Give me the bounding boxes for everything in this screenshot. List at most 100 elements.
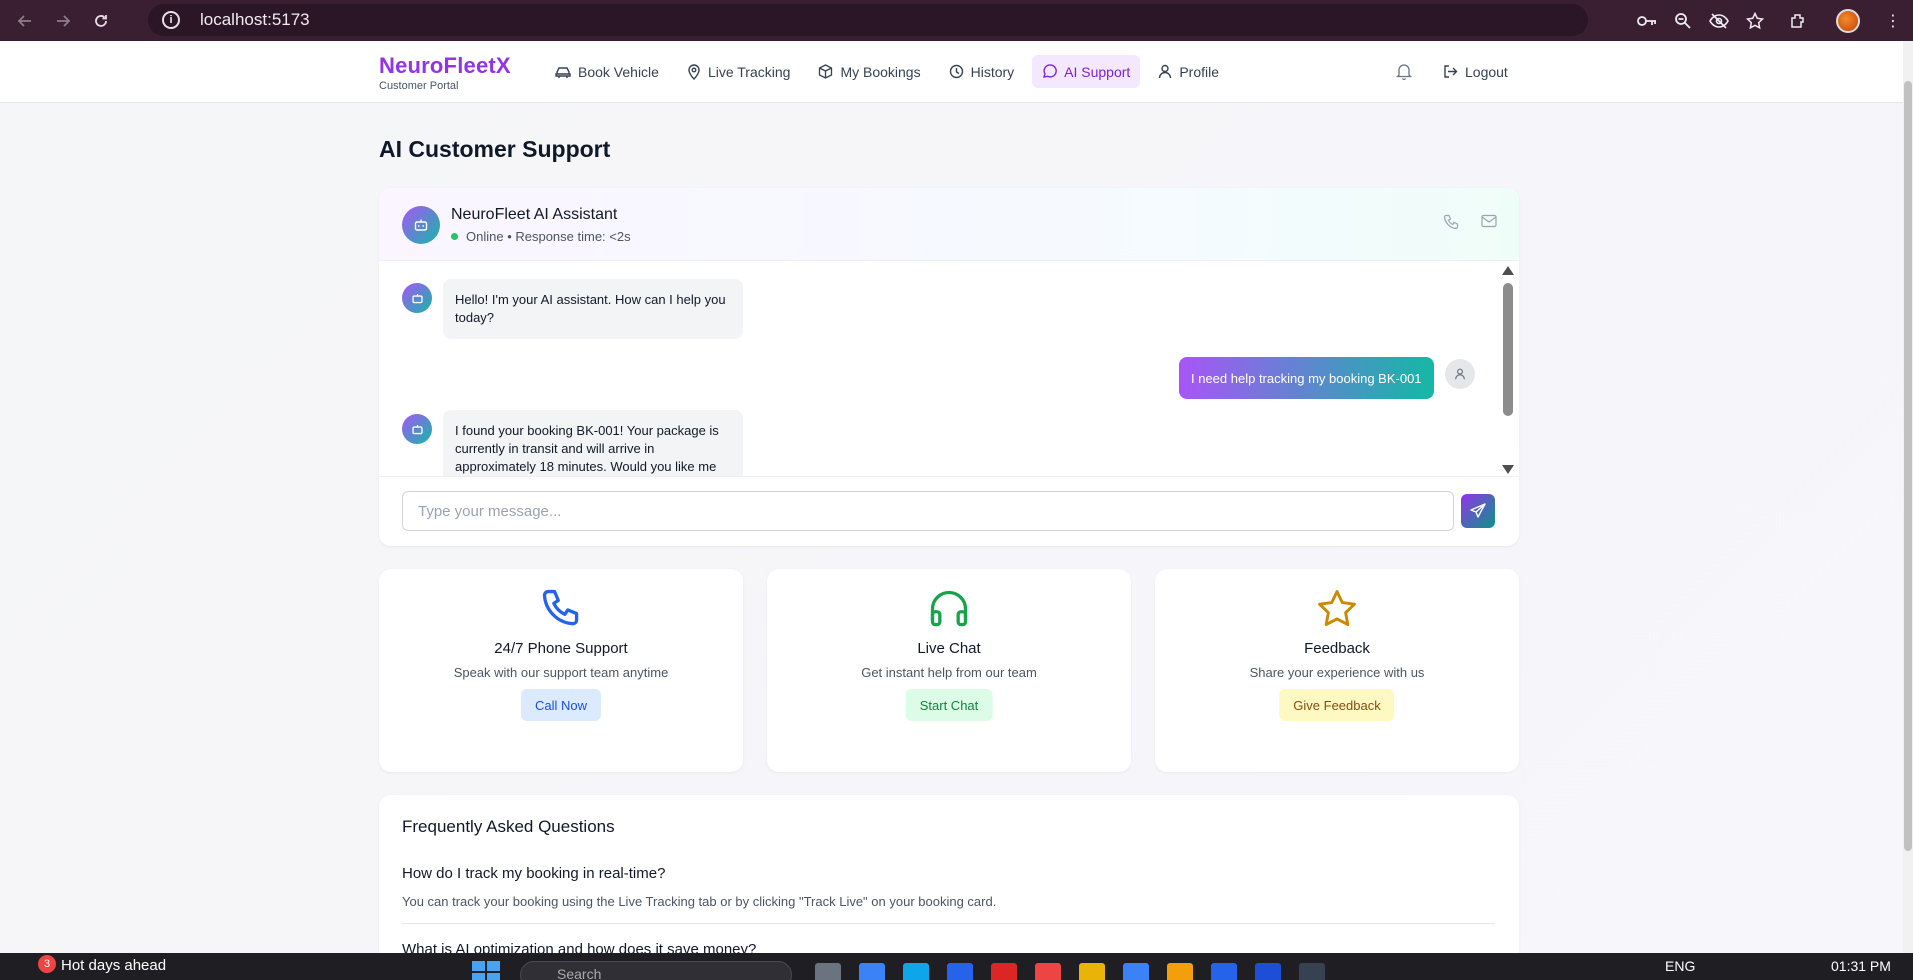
give-feedback-button[interactable]: Give Feedback — [1279, 689, 1395, 721]
taskbar-search[interactable]: Search — [520, 961, 792, 980]
brand-name: NeuroFleetX — [379, 53, 511, 78]
bot-avatar — [402, 283, 432, 313]
chat-scrollbar[interactable] — [1500, 266, 1516, 476]
bell-icon — [1396, 64, 1412, 80]
app-icon[interactable] — [1167, 963, 1193, 980]
faq-question[interactable]: How do I track my booking in real-time? — [402, 865, 665, 882]
notification-badge: 3 — [38, 955, 56, 973]
email-button[interactable] — [1481, 214, 1497, 235]
nav-label: AI Support — [1064, 63, 1131, 80]
clock[interactable]: 01:31 PM — [1831, 958, 1891, 974]
scroll-up-arrow[interactable] — [1502, 266, 1514, 275]
message-composer — [379, 476, 1519, 546]
scroll-down-arrow[interactable] — [1502, 465, 1514, 474]
arrow-right-icon — [57, 14, 71, 27]
bot-message: I found your booking BK-001! Your packag… — [443, 410, 743, 476]
reload-button[interactable] — [88, 8, 114, 34]
vscode-icon[interactable] — [1255, 963, 1281, 980]
card-description: Get instant help from our team — [861, 665, 1037, 680]
clock-icon — [949, 64, 963, 79]
phone-icon — [542, 589, 579, 626]
app-icon[interactable] — [1035, 963, 1061, 980]
bot-icon — [411, 293, 423, 303]
user-icon — [1159, 64, 1172, 79]
user-icon — [1455, 368, 1465, 380]
extensions-icon[interactable] — [1773, 12, 1823, 30]
page-title: AI Customer Support — [379, 136, 611, 162]
card-title: 24/7 Phone Support — [494, 640, 628, 657]
key-icon[interactable] — [1629, 14, 1665, 28]
back-button[interactable] — [12, 8, 38, 34]
nav-ai-support[interactable]: AI Support — [1032, 55, 1141, 88]
os-taskbar: 3 Hot days ahead Search ENG 01:31 PM — [0, 953, 1913, 980]
chat-panel: NeuroFleet AI Assistant Online • Respons… — [379, 188, 1519, 546]
app-icon[interactable] — [1211, 963, 1237, 980]
site-info-icon[interactable]: i — [162, 11, 180, 29]
start-button[interactable] — [472, 961, 500, 980]
address-bar[interactable]: i localhost:5173 — [148, 4, 1588, 36]
weather-widget[interactable]: Hot days ahead — [61, 957, 166, 974]
send-button[interactable] — [1461, 494, 1495, 528]
forward-button[interactable] — [50, 8, 76, 34]
logout-icon — [1444, 65, 1458, 78]
phone-support-card: 24/7 Phone Support Speak with our suppor… — [379, 569, 743, 772]
eye-off-icon[interactable] — [1701, 12, 1737, 29]
message-circle-icon — [1043, 64, 1057, 78]
live-chat-card: Live Chat Get instant help from our team… — [767, 569, 1131, 772]
mail-icon — [1481, 214, 1497, 228]
bot-icon — [414, 219, 428, 231]
main-nav: Book Vehicle Live Tracking My Bookings H… — [545, 55, 1229, 88]
logout-button[interactable]: Logout — [1433, 55, 1518, 88]
message-list[interactable]: Hello! I'm your AI assistant. How can I … — [379, 261, 1519, 476]
nav-profile[interactable]: Profile — [1148, 55, 1229, 88]
arrow-left-icon — [17, 14, 31, 27]
call-now-button[interactable]: Call Now — [520, 689, 602, 721]
brand[interactable]: NeuroFleetX Customer Portal — [379, 53, 511, 92]
faq-title: Frequently Asked Questions — [402, 817, 615, 836]
start-chat-button[interactable]: Start Chat — [905, 689, 993, 721]
nav-book-vehicle[interactable]: Book Vehicle — [545, 55, 669, 88]
user-message: I need help tracking my booking BK-001 — [1179, 357, 1434, 399]
app-icon[interactable] — [947, 963, 973, 980]
nav-label: History — [970, 63, 1015, 80]
terminal-icon[interactable] — [1299, 963, 1325, 980]
app-icon[interactable] — [903, 963, 929, 980]
zoom-icon[interactable] — [1665, 12, 1701, 30]
page-scrollbar[interactable] — [1903, 41, 1913, 953]
app-icon[interactable] — [991, 963, 1017, 980]
bot-avatar — [402, 206, 440, 244]
nav-history[interactable]: History — [939, 55, 1025, 88]
bot-message: Hello! I'm your AI assistant. How can I … — [443, 279, 743, 339]
nav-live-tracking[interactable]: Live Tracking — [677, 55, 800, 88]
url-text: localhost:5173 — [200, 10, 310, 29]
app-icon[interactable] — [1123, 963, 1149, 980]
notifications-button[interactable] — [1393, 55, 1415, 88]
online-dot — [451, 233, 458, 240]
main-content: AI Customer Support NeuroFleet AI Assist… — [0, 103, 1903, 965]
star-bookmark-icon[interactable] — [1737, 11, 1773, 30]
send-icon — [1470, 503, 1486, 518]
folder-icon[interactable] — [1079, 963, 1105, 980]
card-description: Speak with our support team anytime — [453, 665, 669, 680]
language-indicator[interactable]: ENG — [1665, 958, 1695, 974]
app-icon[interactable] — [859, 963, 885, 980]
profile-avatar[interactable] — [1823, 8, 1873, 33]
message-input[interactable] — [402, 491, 1454, 531]
faq-section: Frequently Asked Questions How do I trac… — [379, 795, 1519, 965]
support-options: 24/7 Phone Support Speak with our suppor… — [379, 569, 1519, 772]
chat-header: NeuroFleet AI Assistant Online • Respons… — [379, 188, 1519, 261]
assistant-status: Online • Response time: <2s — [451, 229, 631, 244]
app-icon[interactable] — [815, 963, 841, 980]
nav-label: My Bookings — [840, 63, 921, 80]
browser-toolbar: i localhost:5173 ⋮ — [0, 0, 1913, 41]
nav-my-bookings[interactable]: My Bookings — [808, 55, 930, 88]
page-scrollbar-thumb[interactable] — [1904, 81, 1912, 851]
map-pin-icon — [688, 63, 700, 80]
app-header: NeuroFleetX Customer Portal Book Vehicle… — [0, 41, 1903, 103]
menu-dots-icon[interactable]: ⋮ — [1873, 11, 1913, 31]
star-icon — [1318, 590, 1356, 627]
package-icon — [819, 64, 833, 79]
phone-call-button[interactable] — [1443, 214, 1459, 235]
chat-scrollbar-thumb[interactable] — [1503, 283, 1513, 416]
reload-icon — [95, 14, 107, 27]
